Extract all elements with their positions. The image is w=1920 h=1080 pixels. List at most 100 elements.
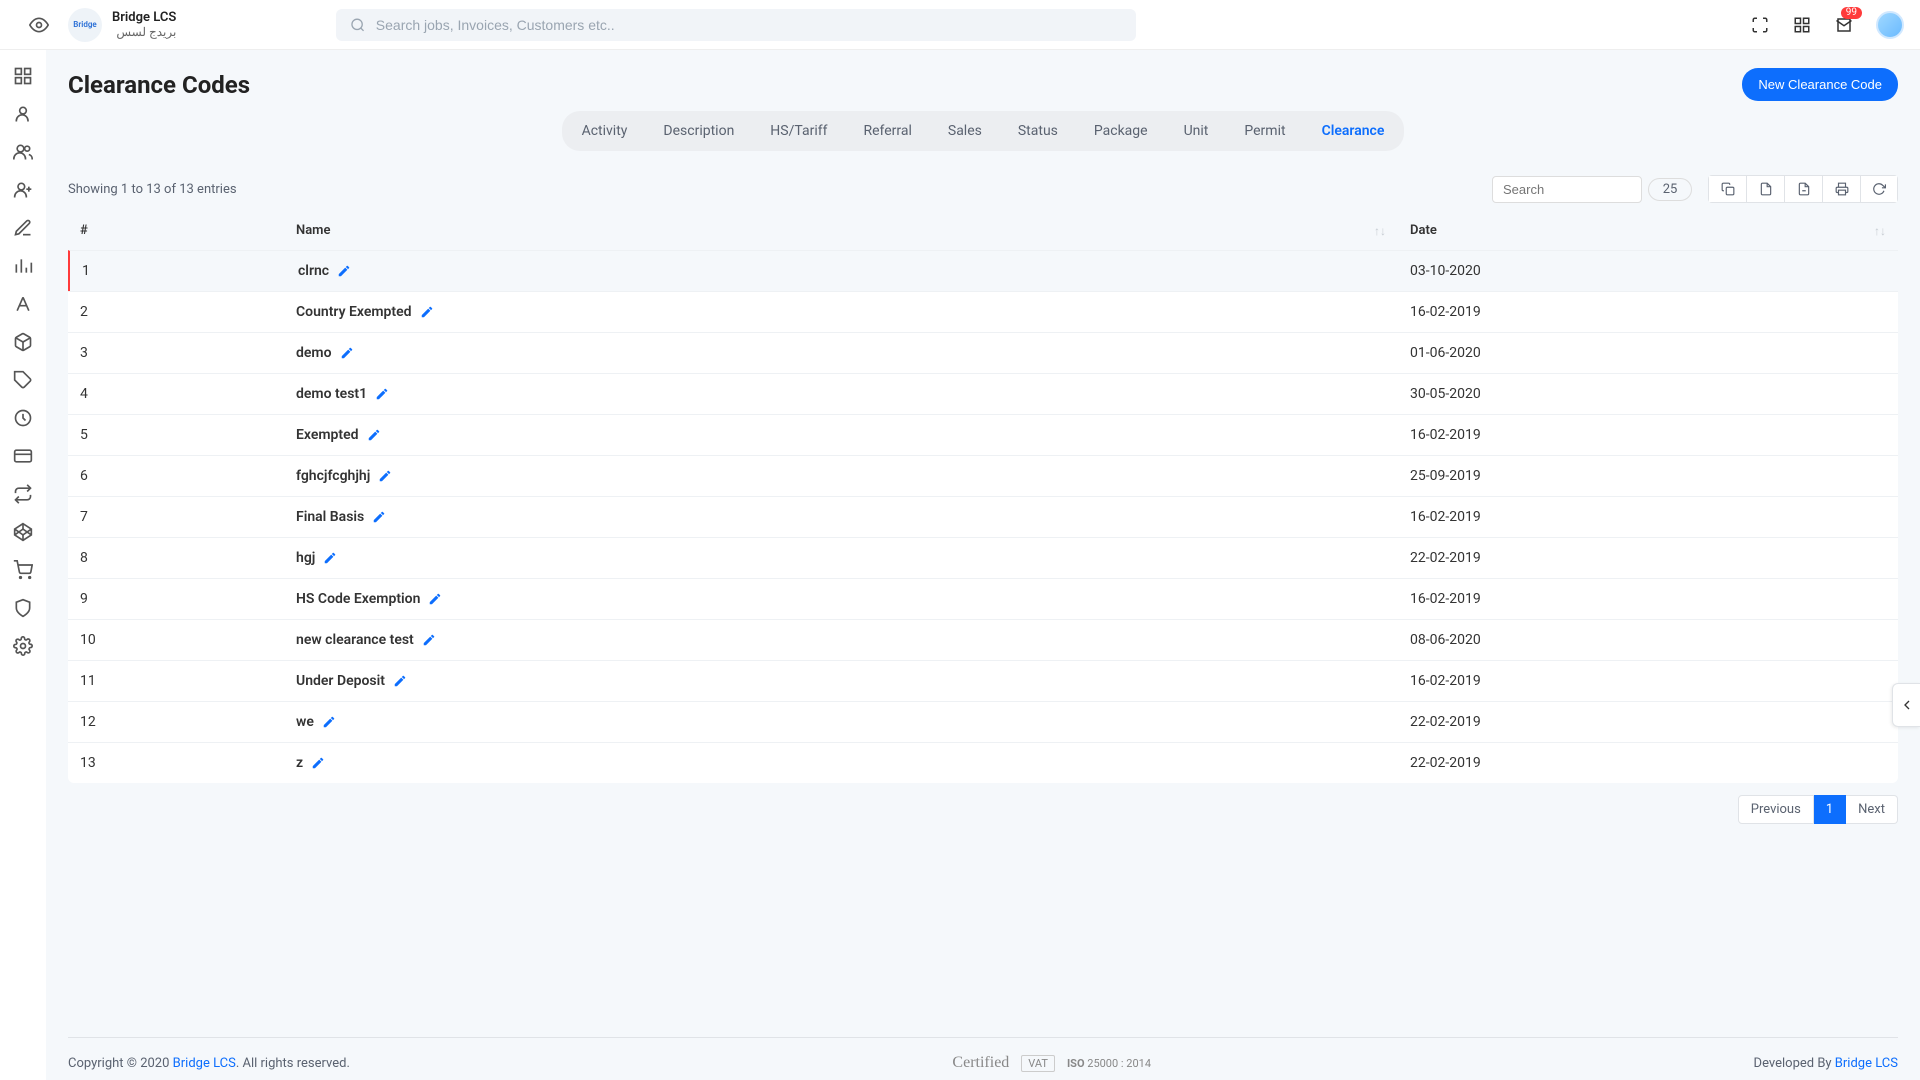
table-row[interactable]: 5Exempted 16-02-2019 <box>68 414 1898 455</box>
table-row[interactable]: 3demo 01-06-2020 <box>68 332 1898 373</box>
page-size-select[interactable]: 25 <box>1648 178 1692 201</box>
sidebar-codepen[interactable] <box>13 522 33 542</box>
table-row[interactable]: 12we 22-02-2019 <box>68 701 1898 742</box>
sidebar-package[interactable] <box>13 332 33 352</box>
table-row[interactable]: 8hgj 22-02-2019 <box>68 537 1898 578</box>
edit-icon[interactable] <box>323 551 337 565</box>
csv-button[interactable] <box>1746 175 1784 203</box>
edit-icon[interactable] <box>375 387 389 401</box>
column-header-name[interactable]: Name↑↓ <box>284 211 1398 250</box>
pagination-next[interactable]: Next <box>1846 795 1898 824</box>
sidebar-text[interactable] <box>13 294 33 314</box>
edit-icon[interactable] <box>393 674 407 688</box>
clearance-codes-table: # Name↑↓ Date↑↓ 1clrnc 03-10-20202Countr… <box>68 211 1898 783</box>
edit-icon[interactable] <box>422 633 436 647</box>
column-header-num[interactable]: # <box>68 211 284 250</box>
edit-icon[interactable] <box>322 715 336 729</box>
table-row[interactable]: 9HS Code Exemption 16-02-2019 <box>68 578 1898 619</box>
tab-referral[interactable]: Referral <box>845 113 929 149</box>
tab-hs-tariff[interactable]: HS/Tariff <box>752 113 845 149</box>
table-row[interactable]: 7Final Basis 16-02-2019 <box>68 496 1898 537</box>
table-search-input[interactable] <box>1492 176 1642 203</box>
edit-icon[interactable] <box>367 428 381 442</box>
pagination-page-1[interactable]: 1 <box>1814 795 1846 824</box>
edit-icon[interactable] <box>337 264 351 278</box>
sort-indicator-icon: ↑↓ <box>1374 224 1386 238</box>
footer-brand-link[interactable]: Bridge LCS <box>173 1056 236 1071</box>
copyright-suffix: . All rights reserved. <box>236 1056 350 1071</box>
edit-icon[interactable] <box>340 346 354 360</box>
cell-name: we <box>284 702 1398 742</box>
header: Bridge Bridge LCS بريدج لسس 99 <box>0 0 1920 50</box>
footer-dev-link[interactable]: Bridge LCS <box>1835 1056 1898 1071</box>
sub-tabs: ActivityDescriptionHS/TariffReferralSale… <box>68 111 1898 151</box>
certified-label: Certified <box>952 1054 1009 1072</box>
notifications-button[interactable]: 99 <box>1834 15 1854 35</box>
cell-date: 16-02-2019 <box>1398 415 1898 455</box>
app-subtitle: بريدج لسس <box>112 25 176 39</box>
new-clearance-code-button[interactable]: New Clearance Code <box>1742 68 1898 101</box>
cell-name: Under Deposit <box>284 661 1398 701</box>
global-search[interactable] <box>336 9 1136 41</box>
table-row[interactable]: 13z 22-02-2019 <box>68 742 1898 783</box>
sidebar-dashboard[interactable] <box>13 66 33 86</box>
fullscreen-button[interactable] <box>1750 15 1770 35</box>
cell-num: 13 <box>68 743 284 783</box>
cell-num: 8 <box>68 538 284 578</box>
right-panel-toggle[interactable] <box>1892 683 1920 727</box>
sidebar-clock[interactable] <box>13 408 33 428</box>
edit-icon[interactable] <box>311 756 325 770</box>
logo[interactable]: Bridge Bridge LCS بريدج لسس <box>68 8 176 42</box>
table-row[interactable]: 11Under Deposit 16-02-2019 <box>68 660 1898 701</box>
sidebar-card[interactable] <box>13 446 33 466</box>
tab-permit[interactable]: Permit <box>1226 113 1303 149</box>
column-header-date[interactable]: Date↑↓ <box>1398 211 1898 250</box>
print-button[interactable] <box>1822 175 1860 203</box>
edit-icon[interactable] <box>378 469 392 483</box>
reload-button[interactable] <box>1860 175 1898 203</box>
pagination: Previous 1 Next <box>68 795 1898 824</box>
sidebar-analytics[interactable] <box>13 256 33 276</box>
tab-unit[interactable]: Unit <box>1166 113 1227 149</box>
table-row[interactable]: 1clrnc 03-10-2020 <box>68 250 1898 291</box>
copy-button[interactable] <box>1708 175 1746 203</box>
tab-status[interactable]: Status <box>1000 113 1076 149</box>
sort-indicator-icon: ↑↓ <box>1874 224 1886 238</box>
table-row[interactable]: 6fghcjfcghjhj 25-09-2019 <box>68 455 1898 496</box>
sidebar-settings[interactable] <box>13 636 33 656</box>
sidebar-users[interactable] <box>13 142 33 162</box>
cell-name: demo <box>284 333 1398 373</box>
cell-num: 2 <box>68 292 284 332</box>
tab-description[interactable]: Description <box>645 113 752 149</box>
sidebar-cart[interactable] <box>13 560 33 580</box>
dev-prefix: Developed By <box>1754 1056 1835 1071</box>
sidebar-shield[interactable] <box>13 598 33 618</box>
global-search-input[interactable] <box>376 17 1123 33</box>
tab-clearance[interactable]: Clearance <box>1304 113 1403 149</box>
toggle-visibility-button[interactable] <box>16 15 62 35</box>
tab-package[interactable]: Package <box>1076 113 1166 149</box>
iso-value: 25000 : 2014 <box>1087 1057 1151 1070</box>
cell-num: 6 <box>68 456 284 496</box>
sidebar-user[interactable] <box>13 104 33 124</box>
table-row[interactable]: 10new clearance test 08-06-2020 <box>68 619 1898 660</box>
sidebar-user-add[interactable] <box>13 180 33 200</box>
sidebar-edit[interactable] <box>13 218 33 238</box>
user-avatar[interactable] <box>1876 11 1904 39</box>
excel-button[interactable] <box>1784 175 1822 203</box>
edit-icon[interactable] <box>420 305 434 319</box>
edit-icon[interactable] <box>428 592 442 606</box>
table-row[interactable]: 4demo test1 30-05-2020 <box>68 373 1898 414</box>
tab-activity[interactable]: Activity <box>564 113 646 149</box>
cell-name: hgj <box>284 538 1398 578</box>
tab-sales[interactable]: Sales <box>930 113 1000 149</box>
sidebar-tag[interactable] <box>13 370 33 390</box>
vat-badge: VAT <box>1021 1055 1055 1072</box>
table-row[interactable]: 2Country Exempted 16-02-2019 <box>68 291 1898 332</box>
cell-name: Exempted <box>284 415 1398 455</box>
pagination-prev[interactable]: Previous <box>1738 795 1814 824</box>
cell-name: demo test1 <box>284 374 1398 414</box>
apps-button[interactable] <box>1792 15 1812 35</box>
edit-icon[interactable] <box>372 510 386 524</box>
sidebar-refresh[interactable] <box>13 484 33 504</box>
